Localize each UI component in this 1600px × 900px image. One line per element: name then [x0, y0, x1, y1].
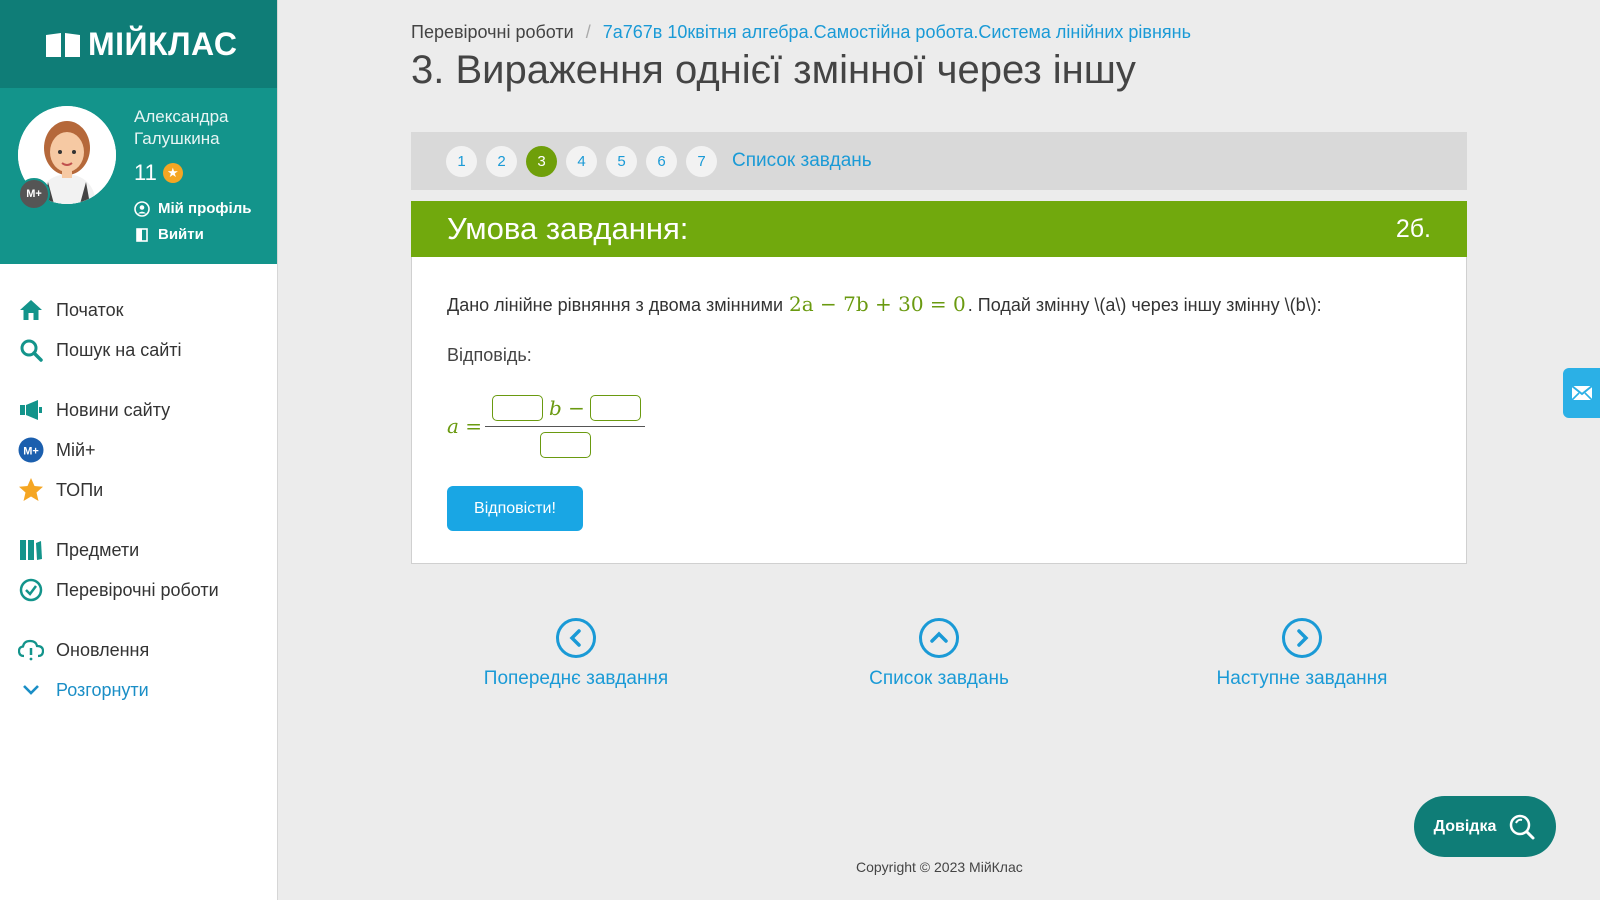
nav-label: Оновлення [56, 639, 150, 660]
question-text: Дано лінійне рівняння з двома змінними 2… [447, 292, 1322, 316]
nav-label: Початок [56, 299, 124, 320]
nav-label: Предмети [56, 539, 140, 560]
footer-copyright: Copyright © 2023 МійКлас [856, 859, 1023, 875]
nav-item-tests[interactable]: Перевірочні роботи [0, 570, 277, 610]
next-task-link[interactable]: Наступне завдання [1202, 618, 1402, 690]
task-card-header: Умова завдання: 2б. [411, 201, 1467, 257]
sidebar: МІЙКЛАС М+ Александра Галушкина 11 ★ Мій… [0, 0, 278, 900]
help-button[interactable]: Довідка [1414, 796, 1556, 857]
prev-task-link[interactable]: Попереднє завдання [476, 618, 676, 690]
next-task-label: Наступне завдання [1216, 668, 1388, 689]
nav-label: Перевірочні роботи [56, 579, 219, 600]
book-logo-icon [46, 32, 80, 57]
logout-label: Вийти [158, 226, 204, 243]
task-num-4[interactable]: 4 [566, 145, 597, 177]
my-profile-link[interactable]: Мій профіль [134, 200, 251, 217]
logout-icon [136, 227, 148, 242]
chevron-left-icon [556, 618, 596, 658]
fraction-bar [485, 426, 645, 427]
nav-label: Пошук на сайті [56, 339, 182, 360]
question-suffix: . Подай змінну \(a\) через іншу змінну \… [967, 295, 1322, 315]
nav-item-news[interactable]: Новини сайту [0, 390, 277, 430]
task-card-title: Умова завдання: [447, 211, 689, 246]
logo-text: МІЙКЛАС [88, 26, 238, 62]
myplus-icon: M+ [18, 437, 44, 463]
mail-icon [1570, 385, 1593, 401]
bottom-task-list-label: Список завдань [869, 668, 1009, 689]
points-value: 11 [134, 160, 157, 185]
site-logo[interactable]: МІЙКЛАС [44, 26, 237, 63]
megaphone-icon [18, 397, 44, 423]
user-panel: М+ Александра Галушкина 11 ★ Мій профіль… [0, 88, 277, 264]
nav-label: Мій+ [56, 439, 96, 460]
page-title: 3. Вираження однієї змінної через іншу [411, 48, 1136, 92]
nav-item-tops[interactable]: ТОПи [0, 470, 277, 510]
nav-item-search[interactable]: Пошук на сайті [0, 330, 277, 370]
help-label: Довідка [1433, 817, 1497, 835]
task-num-5[interactable]: 5 [606, 145, 637, 177]
formula-lhs: a = [447, 414, 483, 438]
task-points: 2б. [1395, 214, 1431, 243]
feedback-mail-tab[interactable] [1563, 368, 1600, 418]
nav-label: Новини сайту [56, 399, 171, 420]
breadcrumb: Перевірочні роботи / 7а767в 10квітня алг… [411, 22, 1191, 43]
logout-link[interactable]: Вийти [134, 226, 204, 243]
breadcrumb-root[interactable]: Перевірочні роботи [411, 22, 574, 43]
star-badge-icon: ★ [162, 163, 183, 183]
nav-label: Розгорнути [56, 679, 149, 700]
breadcrumb-current[interactable]: 7а767в 10квітня алгебра.Самостійна робот… [603, 22, 1191, 43]
cloud-alert-icon [18, 637, 44, 663]
answer-label: Відповідь: [447, 345, 532, 365]
breadcrumb-separator: / [585, 22, 591, 42]
prev-task-label: Попереднє завдання [483, 668, 669, 689]
task-list-link[interactable]: Список завдань [732, 150, 872, 172]
help-search-icon [1510, 814, 1535, 839]
myplus-badge: М+ [18, 178, 50, 210]
task-card: Умова завдання: 2б. Дано лінійне рівнянн… [411, 201, 1467, 564]
nav-item-myplus[interactable]: M+ Мій+ [0, 430, 277, 470]
chevron-right-icon [1282, 618, 1322, 658]
bottom-task-list-link[interactable]: Список завдань [839, 618, 1039, 690]
chevron-up-icon [919, 618, 959, 658]
equation: 2a − 7b + 30 = 0 [789, 292, 966, 316]
task-num-6[interactable]: 6 [646, 145, 677, 177]
chevron-down-icon [18, 677, 44, 703]
books-icon [18, 537, 44, 563]
home-icon [18, 297, 44, 323]
numerator-coefficient-input[interactable] [492, 395, 543, 421]
denominator-input[interactable] [540, 432, 591, 458]
star-icon [18, 477, 44, 503]
task-num-2[interactable]: 2 [486, 145, 517, 177]
my-profile-label: Мій профіль [158, 200, 252, 217]
numerator-constant-input[interactable] [590, 395, 641, 421]
main-nav: Початок Пошук на сайті Новини сайту M+ М… [0, 290, 277, 710]
answer-formula: a = b − [447, 390, 667, 460]
user-circle-icon [134, 200, 150, 217]
task-number-nav: 1 2 3 4 5 6 7 Список завдань [411, 132, 1467, 190]
nav-item-expand[interactable]: Розгорнути [0, 670, 277, 710]
user-name[interactable]: Александра Галушкина [134, 106, 274, 150]
check-circle-icon [18, 577, 44, 603]
nav-item-home[interactable]: Початок [0, 290, 277, 330]
nav-item-updates[interactable]: Оновлення [0, 630, 277, 670]
question-prefix: Дано лінійне рівняння з двома змінними [447, 295, 783, 315]
svg-text:M+: M+ [23, 446, 39, 458]
task-num-3[interactable]: 3 [526, 145, 557, 177]
task-num-1[interactable]: 1 [446, 145, 477, 177]
user-points: 11 ★ [134, 160, 183, 186]
task-num-7[interactable]: 7 [686, 145, 717, 177]
search-icon [18, 337, 44, 363]
nav-label: ТОПи [56, 479, 104, 500]
submit-answer-button[interactable]: Відповісти! [447, 486, 583, 531]
logo-bar: МІЙКЛАС [0, 0, 277, 88]
nav-item-subjects[interactable]: Предмети [0, 530, 277, 570]
formula-var: b − [549, 396, 585, 420]
